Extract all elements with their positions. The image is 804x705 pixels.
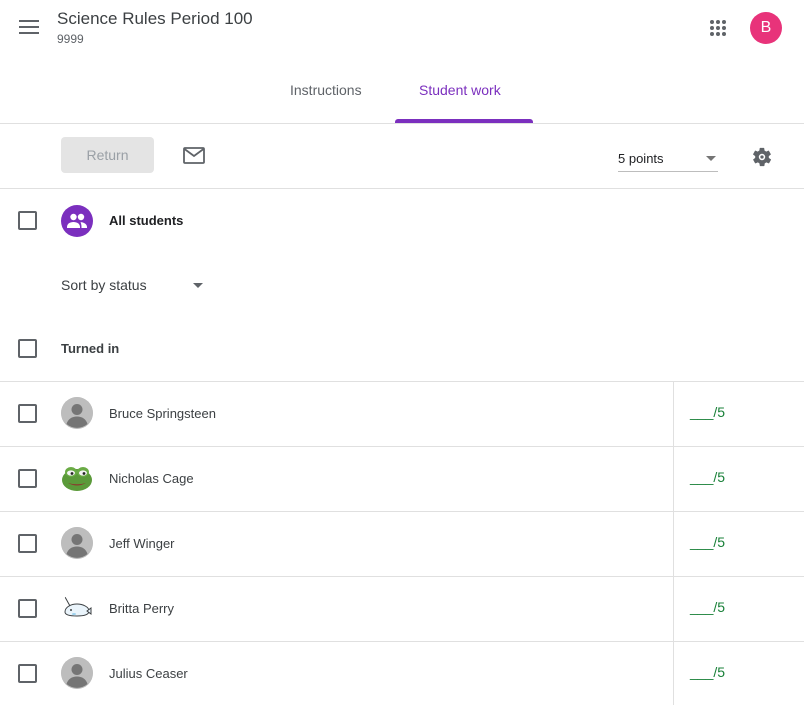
hamburger-menu-icon: [19, 20, 39, 34]
tab-student-work[interactable]: Student work: [419, 82, 501, 98]
student-name: Britta Perry: [109, 601, 175, 616]
student-row[interactable]: Britta Perry ___/5: [0, 576, 804, 642]
student-checkbox[interactable]: [18, 534, 37, 553]
mail-icon: [183, 146, 205, 164]
student-checkbox[interactable]: [18, 664, 37, 683]
return-button[interactable]: Return: [61, 137, 154, 173]
select-turned-in-checkbox[interactable]: [18, 339, 37, 358]
main-menu-button[interactable]: [14, 12, 44, 42]
all-students-label: All students: [109, 213, 184, 228]
student-name: Bruce Springsteen: [109, 406, 216, 421]
dropdown-arrow-icon: [706, 156, 716, 161]
student-checkbox[interactable]: [18, 404, 37, 423]
student-checkbox[interactable]: [18, 469, 37, 488]
settings-button[interactable]: [748, 143, 776, 171]
sort-label: Sort by status: [61, 277, 147, 293]
email-button[interactable]: [180, 142, 208, 168]
column-divider: [673, 382, 674, 447]
column-divider: [673, 512, 674, 577]
active-tab-indicator: [395, 119, 533, 123]
student-name: Jeff Winger: [109, 536, 175, 551]
grade-field[interactable]: ___/5: [690, 599, 725, 615]
dropdown-arrow-icon: [193, 283, 203, 288]
column-divider: [673, 642, 674, 705]
student-row[interactable]: Bruce Springsteen ___/5: [0, 381, 804, 447]
student-row[interactable]: Jeff Winger ___/5: [0, 511, 804, 577]
column-divider: [673, 447, 674, 512]
all-students-avatar: [61, 205, 93, 237]
student-checkbox[interactable]: [18, 599, 37, 618]
frog-avatar-icon: [61, 462, 93, 494]
tab-instructions[interactable]: Instructions: [290, 82, 362, 98]
grading-toolbar: Return 5 points: [0, 124, 804, 189]
default-avatar-icon: [61, 527, 93, 559]
grade-field[interactable]: ___/5: [690, 469, 725, 485]
points-select[interactable]: 5 points: [618, 146, 718, 172]
apps-grid-icon: [710, 20, 726, 36]
column-divider: [673, 577, 674, 642]
narwhal-avatar-icon: [61, 592, 93, 624]
points-value: 5 points: [618, 151, 664, 166]
student-row[interactable]: Julius Ceaser ___/5: [0, 641, 804, 705]
account-avatar[interactable]: B: [750, 12, 782, 44]
section-heading-turned-in: Turned in: [61, 341, 120, 356]
app-header: Science Rules Period 100 9999 B Instruct…: [0, 0, 804, 124]
sort-dropdown[interactable]: Sort by status: [61, 275, 211, 297]
student-row[interactable]: Nicholas Cage ___/5: [0, 446, 804, 512]
default-avatar-icon: [61, 657, 93, 689]
class-title: Science Rules Period 100: [57, 9, 253, 28]
class-section: 9999: [57, 32, 84, 46]
group-people-icon: [67, 213, 87, 228]
select-all-checkbox[interactable]: [18, 211, 37, 230]
apps-button[interactable]: [703, 13, 733, 43]
grade-field[interactable]: ___/5: [690, 664, 725, 680]
grade-field[interactable]: ___/5: [690, 404, 725, 420]
student-name: Nicholas Cage: [109, 471, 194, 486]
default-avatar-icon: [61, 397, 93, 429]
gear-icon: [753, 147, 772, 167]
student-name: Julius Ceaser: [109, 666, 188, 681]
grade-field[interactable]: ___/5: [690, 534, 725, 550]
